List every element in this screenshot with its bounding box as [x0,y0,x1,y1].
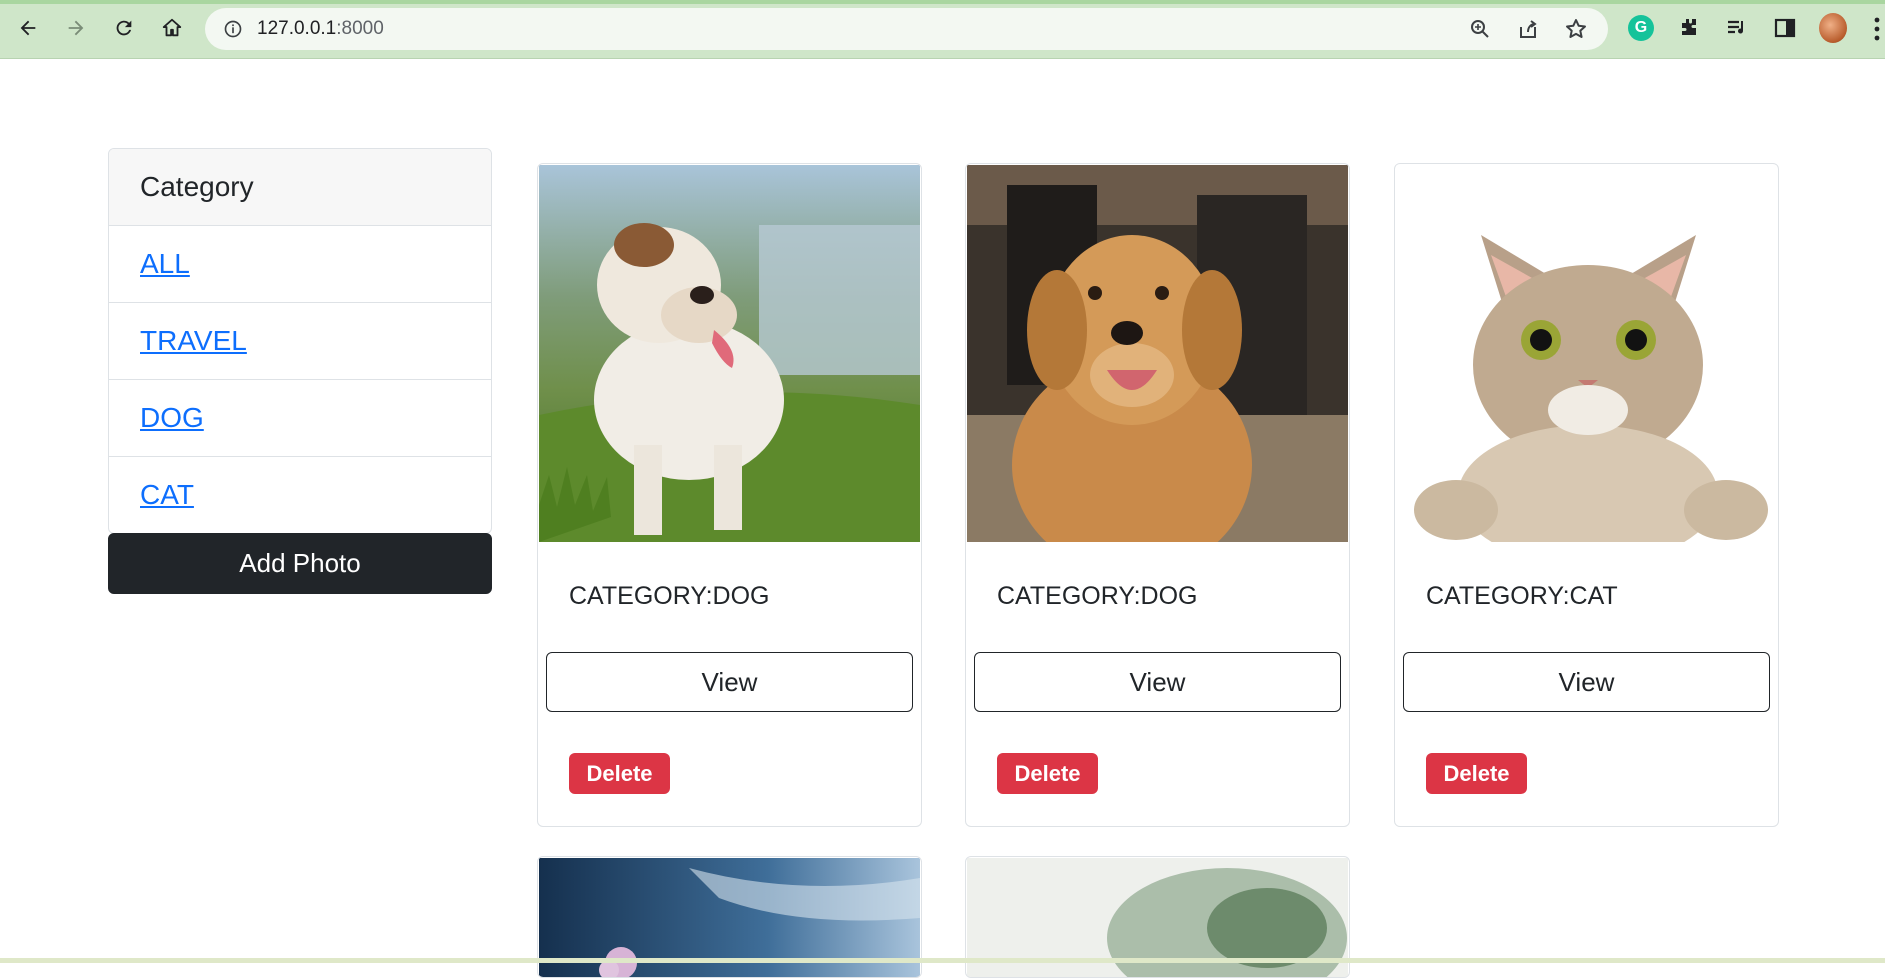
photo-card: CATEGORY:CAT View Delete [1394,163,1779,827]
forward-icon[interactable] [61,13,91,43]
delete-button[interactable]: Delete [997,753,1098,794]
grammarly-letter: G [1628,15,1654,41]
category-link-cat[interactable]: CAT [140,479,194,510]
card-category-label: CATEGORY:CAT [1426,582,1618,610]
reading-list-icon[interactable] [1723,14,1751,42]
category-item-all: ALL [109,226,491,303]
card-category-label: CATEGORY:DOG [997,582,1198,610]
home-icon[interactable] [157,13,187,43]
browser-toolbar: 127.0.0.1:8000 G [0,0,1885,59]
zoom-icon[interactable] [1468,17,1492,41]
category-link-travel[interactable]: TRAVEL [140,325,247,356]
category-list: Category ALL TRAVEL DOG CAT [108,148,492,534]
back-icon[interactable] [13,13,43,43]
extensions-icon[interactable] [1675,14,1703,42]
view-button[interactable]: View [546,652,913,712]
avatar [1819,13,1847,43]
category-header: Category [109,149,491,226]
page-bottom-edge [0,958,1885,963]
add-photo-button[interactable]: Add Photo [108,533,492,594]
card-category-label: CATEGORY:DOG [569,582,770,610]
category-link-all[interactable]: ALL [140,248,190,279]
photo-card: CATEGORY:DOG View Delete [965,163,1350,827]
url-host: 127.0.0.1 [257,18,337,39]
view-button[interactable]: View [1403,652,1770,712]
category-item-dog: DOG [109,380,491,457]
view-button[interactable]: View [974,652,1341,712]
side-panel-icon[interactable] [1771,14,1799,42]
reload-icon[interactable] [109,13,139,43]
tab-strip-edge [0,0,1885,4]
delete-button[interactable]: Delete [1426,753,1527,794]
delete-button[interactable]: Delete [569,753,670,794]
photo-card: CATEGORY:DOG View Delete [537,163,922,827]
category-link-dog[interactable]: DOG [140,402,204,433]
menu-icon[interactable] [1869,14,1885,44]
photo-image-bulldog[interactable] [539,165,920,542]
photo-image-golden-retriever[interactable] [967,165,1348,542]
photo-image-tabby-cat[interactable] [1396,165,1777,542]
address-bar[interactable]: 127.0.0.1:8000 [205,8,1608,50]
url-port: :8000 [336,18,384,39]
grammarly-icon[interactable]: G [1627,14,1655,42]
category-item-cat: CAT [109,457,491,533]
info-icon[interactable] [223,19,243,39]
url-text[interactable]: 127.0.0.1:8000 [257,18,384,40]
profile-avatar[interactable] [1819,13,1847,43]
share-icon[interactable] [1516,17,1540,41]
star-icon[interactable] [1564,17,1588,41]
category-item-travel: TRAVEL [109,303,491,380]
